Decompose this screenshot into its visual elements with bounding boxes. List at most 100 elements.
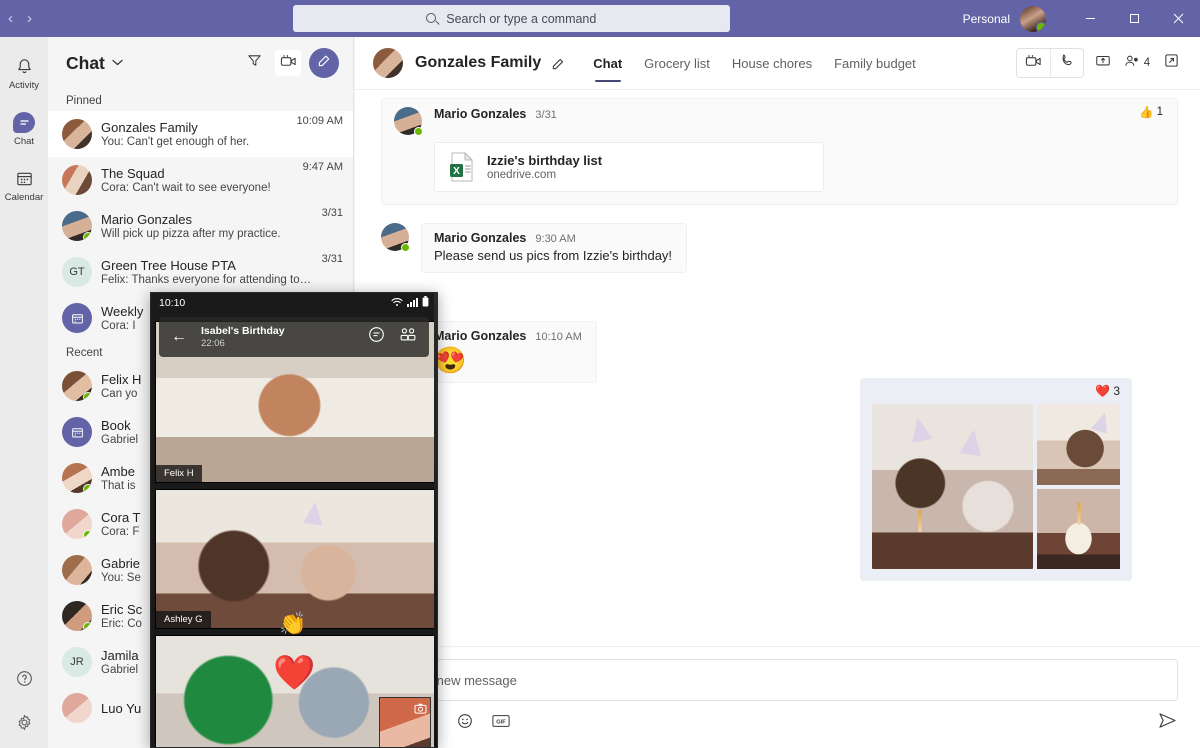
camera-switch-icon[interactable] xyxy=(414,701,427,719)
message-author: Mario Gonzales xyxy=(434,231,526,245)
message-time: 9:30 AM xyxy=(535,233,575,245)
bell-icon xyxy=(13,56,35,78)
search-input[interactable]: Search or type a command xyxy=(293,5,730,32)
settings-button[interactable] xyxy=(0,710,48,740)
rail-item-calendar[interactable]: Calendar xyxy=(0,157,48,213)
avatar xyxy=(62,371,92,401)
list-item-preview: Felix: Thanks everyone for attending tod… xyxy=(101,274,316,286)
avatar xyxy=(62,509,92,539)
search-icon xyxy=(426,13,438,25)
message-meta: Mario Gonzales 10:10 AM xyxy=(434,329,582,343)
mobile-call-header: ← Isabel's Birthday 22:06 xyxy=(159,317,429,357)
tab-chat[interactable]: Chat xyxy=(582,37,633,90)
minimize-button[interactable] xyxy=(1068,0,1112,37)
rail-item-activity[interactable]: Activity xyxy=(0,45,48,101)
message-time: 3/31 xyxy=(535,109,556,121)
people-icon xyxy=(1124,54,1141,73)
presence-badge xyxy=(83,484,92,493)
list-item[interactable]: Mario Gonzales Will pick up pizza after … xyxy=(48,203,353,249)
avatar xyxy=(62,693,92,723)
section-label-pinned: Pinned xyxy=(48,89,353,111)
mobile-video-stage: Felix H Ashley G 👏 ❤️ xyxy=(151,313,438,748)
list-item[interactable]: GT Green Tree House PTA Felix: Thanks ev… xyxy=(48,249,353,295)
mobile-status-bar: 10:10 xyxy=(151,293,437,313)
popout-button[interactable] xyxy=(1156,49,1186,77)
video-call-button[interactable] xyxy=(1017,49,1050,77)
participants-button[interactable]: 4 xyxy=(1122,49,1152,77)
gif-button[interactable]: GIF xyxy=(491,713,511,733)
file-attachment-card[interactable]: X Izzie's birthday list onedrive.com xyxy=(434,142,824,192)
list-item[interactable]: The Squad Cora: Can't wait to see everyo… xyxy=(48,157,353,203)
list-item-name: The Squad xyxy=(101,166,297,181)
avatar xyxy=(62,119,92,149)
presence-badge xyxy=(83,232,92,241)
chat-bubble-icon[interactable] xyxy=(368,326,385,348)
list-item[interactable]: Gonzales Family You: Can't get enough of… xyxy=(48,111,353,157)
message-text-content: Please send us pics from Izzie's birthda… xyxy=(434,248,672,263)
share-button[interactable] xyxy=(1088,49,1118,77)
file-meta: Izzie's birthday list onedrive.com xyxy=(487,153,602,181)
message-body: Mario Gonzales 9:30 AM Please send us pi… xyxy=(434,231,672,263)
presence-badge xyxy=(414,127,423,136)
people-icon[interactable] xyxy=(399,327,417,347)
chevron-down-icon[interactable] xyxy=(112,58,123,68)
conversation-title: Gonzales Family xyxy=(415,54,541,72)
pencil-icon[interactable] xyxy=(551,56,566,71)
message-body: Mario Gonzales 3/31 xyxy=(434,107,1165,135)
mobile-self-view[interactable] xyxy=(379,697,431,748)
phone-icon xyxy=(1060,53,1075,73)
reaction-heart[interactable]: ❤️ 3 xyxy=(1095,384,1120,398)
help-button[interactable] xyxy=(0,666,48,696)
file-source: onedrive.com xyxy=(487,169,602,181)
filter-icon xyxy=(247,53,262,73)
list-item-time: 9:47 AM xyxy=(303,157,343,173)
video-call-icon xyxy=(1025,54,1042,73)
titlebar-right: Personal xyxy=(963,0,1200,37)
filter-button[interactable] xyxy=(241,50,267,76)
presence-badge xyxy=(83,530,92,539)
avatar xyxy=(373,48,403,78)
battery-icon xyxy=(422,296,429,310)
emoji-button[interactable] xyxy=(455,713,475,733)
send-button[interactable] xyxy=(1156,712,1178,734)
audio-call-button[interactable] xyxy=(1050,49,1083,77)
avatar: GT xyxy=(62,257,92,287)
calendar-icon xyxy=(62,417,92,447)
calendar-icon xyxy=(13,168,35,190)
back-arrow-icon[interactable]: ← xyxy=(171,328,187,346)
gear-icon xyxy=(15,713,34,737)
back-arrow-icon[interactable]: ‹ xyxy=(8,11,13,26)
avatar[interactable] xyxy=(1020,6,1046,32)
list-item-preview: Cora: Can't wait to see everyone! xyxy=(101,182,297,194)
message-photo-collage[interactable]: ❤️ 3 xyxy=(860,378,1132,581)
mobile-tile-name: Felix H xyxy=(156,465,202,482)
popout-icon xyxy=(1164,53,1179,73)
mobile-video-tile[interactable]: Ashley G xyxy=(155,489,435,629)
avatar xyxy=(62,417,92,447)
participant-count: 4 xyxy=(1144,57,1150,69)
meet-now-button[interactable] xyxy=(275,50,301,76)
compose-toolbar: GIF xyxy=(379,701,1178,734)
reaction-count: 3 xyxy=(1113,384,1120,398)
nav-arrows: ‹ › xyxy=(0,11,60,26)
tab-grocery-list[interactable]: Grocery list xyxy=(633,37,721,90)
close-button[interactable] xyxy=(1156,0,1200,37)
maximize-button[interactable] xyxy=(1112,0,1156,37)
presence-badge xyxy=(83,622,92,631)
tab-house-chores[interactable]: House chores xyxy=(721,37,823,90)
rail-item-chat[interactable]: Chat xyxy=(0,101,48,157)
avatar xyxy=(62,601,92,631)
compose-area: Type a new message xyxy=(355,646,1200,748)
list-item-text: Green Tree House PTA Felix: Thanks every… xyxy=(101,258,316,286)
collage-side xyxy=(1037,404,1120,569)
file-name: Izzie's birthday list xyxy=(487,153,602,168)
forward-arrow-icon[interactable]: › xyxy=(27,11,32,26)
new-chat-button[interactable] xyxy=(309,48,339,78)
message-file: 👍 1 Mario Gonzales 3/31 xyxy=(381,98,1178,205)
message-emoji: Mario Gonzales 10:10 AM 😍 xyxy=(355,315,1200,385)
compose-pencil-icon xyxy=(317,53,332,73)
message-input[interactable]: Type a new message xyxy=(379,659,1178,701)
call-button-group xyxy=(1016,48,1084,78)
avatar xyxy=(62,211,92,241)
tab-family-budget[interactable]: Family budget xyxy=(823,37,927,90)
